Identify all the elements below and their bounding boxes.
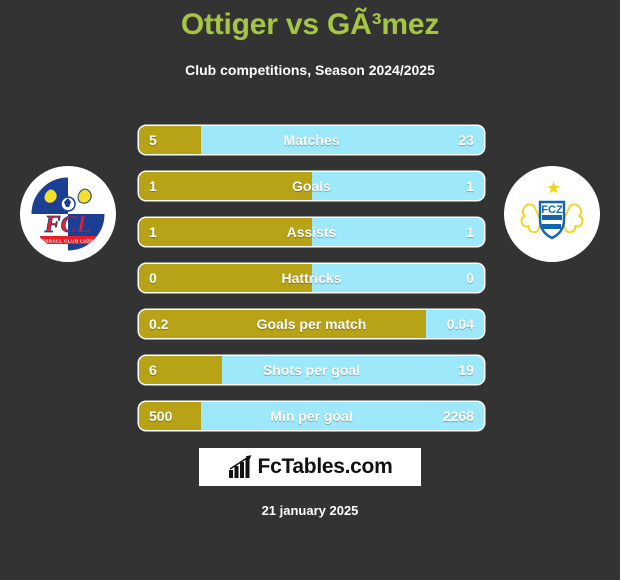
stat-row-shots-per-goal: 6 Shots per goal 19 [139,356,484,384]
away-value: 1 [466,178,474,194]
stat-row-goals: 1 Goals 1 [139,172,484,200]
report-date: 21 january 2025 [261,503,359,518]
stat-label: Hattricks [281,270,342,286]
stat-rows: 5 Matches 23 1 Goals 1 1 Assists 1 0 Hat… [139,126,484,448]
page-subtitle: Club competitions, Season 2024/2025 [185,62,435,78]
fc-luzern-crest: FCL FUSSBALL CLUB LUZERN [20,166,116,262]
away-value: 2268 [442,408,474,424]
fc-zurich-crest: FCZ [504,166,600,262]
stat-row-min-per-goal: 500 Min per goal 2268 [139,402,484,430]
away-value: 23 [458,132,474,148]
bar-chart-arrow-icon [228,455,254,479]
stat-row-hattricks: 0 Hattricks 0 [139,264,484,292]
away-value: 0 [466,270,474,286]
stat-label: Min per goal [270,408,353,424]
svg-text:FCL: FCL [44,212,92,238]
stat-label: Goals per match [256,316,367,332]
away-value: 0.04 [446,316,474,332]
stat-row-goals-per-match: 0.2 Goals per match 0.04 [139,310,484,338]
away-value: 19 [458,362,474,378]
stat-label: Goals [292,178,331,194]
stat-row-matches: 5 Matches 23 [139,126,484,154]
fctables-logo[interactable]: FcTables.com [199,448,421,486]
svg-text:FCZ: FCZ [541,204,563,216]
stat-label: Shots per goal [262,362,361,378]
brand-name: FcTables.com [257,455,393,478]
stat-label: Matches [283,132,340,148]
away-value: 1 [466,224,474,240]
stat-row-assists: 1 Assists 1 [139,218,484,246]
stat-comparison-card: Ottiger vs GÃ³mez Club competitions, Sea… [0,0,620,580]
stat-label: Assists [286,224,337,240]
page-title: Ottiger vs GÃ³mez [180,8,440,41]
